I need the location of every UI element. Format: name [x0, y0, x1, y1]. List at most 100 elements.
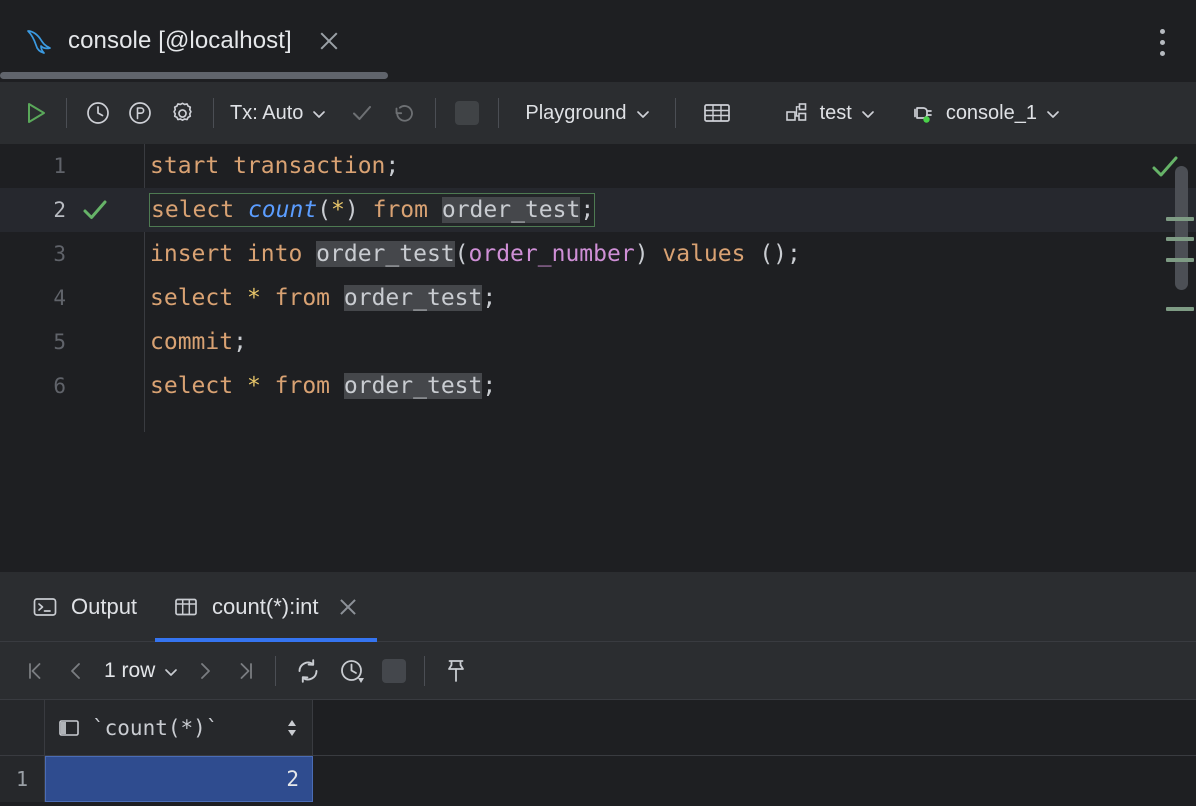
tab-result-label: count(*):int: [212, 593, 319, 619]
results-toolbar-separator: [424, 655, 426, 686]
first-page-icon: [24, 659, 48, 683]
editor-vertical-scrollbar[interactable]: [1175, 166, 1188, 290]
parameters-button[interactable]: [119, 92, 161, 134]
next-page-button[interactable]: [185, 651, 225, 691]
close-icon[interactable]: [337, 596, 359, 618]
run-statement-check-icon[interactable]: [80, 197, 110, 223]
code-line-4[interactable]: select * from order_test;: [144, 276, 1196, 320]
code-text: start transaction;: [150, 153, 399, 179]
parameters-icon: [127, 100, 153, 126]
editor-tab-console[interactable]: console [@localhost]: [6, 6, 360, 76]
transaction-mode-dropdown[interactable]: Tx: Auto: [224, 92, 331, 134]
tab-result-count[interactable]: count(*):int: [155, 572, 378, 642]
line-number: 5: [53, 330, 66, 354]
grid-row-filler: [313, 756, 1196, 802]
code-text: select * from order_test;: [150, 285, 496, 311]
schema-icon: [784, 100, 812, 126]
code-line-2[interactable]: select count(*) from order_test;: [144, 188, 1196, 232]
token-fn: count: [247, 197, 318, 223]
sort-toggle-icon[interactable]: [284, 717, 300, 739]
grid-column-header[interactable]: `count(*)`: [45, 700, 313, 756]
gutter-line-3[interactable]: 3: [0, 232, 144, 276]
grid-column-name: `count(*)`: [92, 715, 219, 740]
vertical-dots-icon[interactable]: [1148, 22, 1176, 62]
stop-results-button[interactable]: [374, 651, 414, 691]
history-clock-icon: [85, 100, 111, 126]
gutter-line-4[interactable]: 4: [0, 276, 144, 320]
row-count-dropdown[interactable]: 1 row: [96, 651, 185, 691]
prev-page-icon: [64, 659, 88, 683]
gutter-line-2[interactable]: 2: [0, 188, 144, 232]
next-page-icon: [193, 659, 217, 683]
grid-empty-area[interactable]: [0, 802, 1196, 806]
history-button[interactable]: [77, 92, 119, 134]
token-kw: start transaction: [150, 153, 386, 179]
line-number: 4: [53, 286, 66, 310]
execute-button[interactable]: [14, 92, 56, 134]
tab-bar-scrollbar[interactable]: [0, 72, 388, 79]
line-number-gutter[interactable]: 1 2 3 4 5 6: [0, 144, 144, 432]
table-editor-button[interactable]: [696, 92, 738, 134]
commit-check-icon: [349, 100, 375, 126]
code-line-6[interactable]: select * from order_test;: [144, 364, 1196, 408]
result-grid[interactable]: `count(*)` 1 2: [0, 700, 1196, 806]
token-tbl: order_test: [343, 285, 483, 311]
stop-button[interactable]: [446, 92, 488, 134]
column-type-icon: [57, 716, 81, 740]
mysql-dolphin-icon: [24, 26, 54, 56]
token-tbl: order_test: [441, 197, 581, 223]
prev-page-button[interactable]: [56, 651, 96, 691]
reload-icon: [294, 657, 322, 685]
settings-button[interactable]: [161, 92, 203, 134]
title-bar: console [@localhost]: [0, 0, 1196, 82]
results-toolbar: 1 row: [0, 642, 1196, 700]
query-history-button[interactable]: [330, 651, 374, 691]
token-punct: ;: [233, 329, 247, 355]
grid-corner-cell[interactable]: [0, 700, 45, 756]
stop-icon: [455, 101, 480, 125]
editor-empty-space[interactable]: [0, 432, 1196, 572]
first-page-button[interactable]: [16, 651, 56, 691]
gutter-line-5[interactable]: 5: [0, 320, 144, 364]
toolbar-separator: [435, 98, 437, 128]
code-line-1[interactable]: start transaction;: [144, 144, 1196, 188]
table-row[interactable]: 1 2: [0, 756, 1196, 802]
close-icon[interactable]: [316, 28, 342, 54]
grid-cell-selected[interactable]: 2: [45, 756, 313, 802]
pin-tab-icon: [443, 657, 469, 685]
token-punct: ): [344, 197, 373, 223]
playground-label: Playground: [525, 101, 627, 124]
editor-change-marker: [1166, 217, 1194, 221]
code-line-5[interactable]: commit;: [144, 320, 1196, 364]
code-area[interactable]: 123 4 5 6 start transaction; select count(*)…: [0, 144, 1196, 432]
row-count-label: 1 row: [104, 658, 156, 682]
session-dropdown[interactable]: console_1: [902, 92, 1065, 134]
tab-output[interactable]: Output: [14, 572, 155, 641]
toolbar-separator: [66, 98, 67, 128]
playground-dropdown[interactable]: Playground: [519, 92, 654, 134]
gutter-line-6[interactable]: 6: [0, 364, 144, 408]
last-page-button[interactable]: [225, 651, 265, 691]
reload-button[interactable]: [286, 651, 330, 691]
token-kw: from: [260, 373, 344, 399]
row-number[interactable]: 1: [0, 756, 45, 802]
sql-editor[interactable]: 123 4 5 6 start transaction; select count(*)…: [0, 144, 1196, 572]
terminal-icon: [32, 594, 58, 620]
rollback-icon: [391, 100, 417, 126]
token-kw: select: [151, 197, 248, 223]
commit-button[interactable]: [341, 92, 383, 134]
gutter-line-1[interactable]: 1: [0, 144, 144, 188]
token-punct: (: [454, 241, 469, 267]
connection-plug-icon: [908, 100, 938, 126]
query-history-icon: [338, 657, 366, 685]
editor-change-marker: [1166, 237, 1194, 241]
code-line-3[interactable]: insert into order_test(order_number) val…: [144, 232, 1196, 276]
code-lines[interactable]: start transaction; select count(*) from o…: [144, 144, 1196, 432]
rollback-button[interactable]: [383, 92, 425, 134]
schema-label: test: [819, 101, 852, 124]
token-punct: ();: [759, 241, 801, 267]
token-kw: select: [150, 373, 247, 399]
token-kw: values: [662, 241, 760, 267]
schema-dropdown[interactable]: test: [778, 92, 880, 134]
pin-tab-button[interactable]: [435, 651, 477, 691]
